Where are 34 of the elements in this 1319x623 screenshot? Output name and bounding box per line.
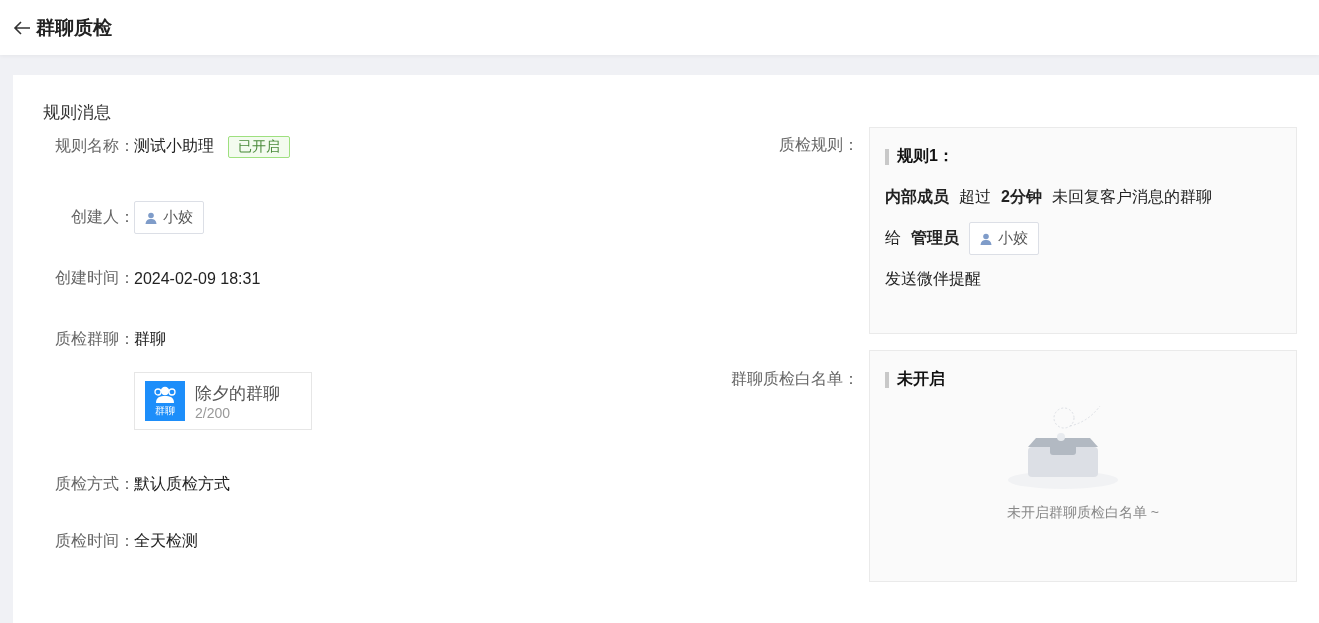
field-label: 群聊质检白名单：	[730, 369, 859, 389]
people-icon	[153, 386, 177, 404]
rule-text: 超过	[959, 187, 991, 207]
group-name: 除夕的群聊	[195, 382, 280, 405]
field-label: 质检规则：	[778, 135, 859, 155]
rule-text: 2分钟	[1001, 187, 1042, 207]
field-value: 2024-02-09 18:31	[134, 269, 261, 288]
field-value: 测试小助理	[134, 136, 214, 156]
field-label: 规则名称：	[54, 136, 135, 156]
field-value: 全天检测	[134, 530, 198, 551]
rule-text: 未回复客户消息的群聊	[1051, 187, 1212, 207]
member-count: 2/200	[195, 404, 232, 421]
rule-text: 给	[885, 228, 901, 248]
field-value: 默认质检方式	[134, 474, 230, 494]
field-label: 质检方式：	[54, 474, 135, 494]
status-tag: 已开启	[228, 135, 290, 158]
page-title: 群聊质检	[36, 15, 112, 40]
rule-text: 内部成员	[885, 187, 949, 207]
empty-message: 未开启群聊质检白名单 ~	[1006, 504, 1160, 522]
field-label: 质检时间：	[54, 530, 135, 551]
rule-title: 规则1：	[897, 146, 954, 166]
person-icon	[980, 232, 992, 245]
rule-text: 发送微伴提醒	[885, 269, 981, 289]
person-name: 小姣	[163, 208, 193, 227]
person-icon	[145, 211, 157, 224]
rule-text: 管理员	[911, 228, 959, 248]
field-label: 质检群聊：	[54, 329, 135, 349]
section-title: 规则消息	[43, 102, 112, 124]
person-name: 小姣	[998, 229, 1028, 248]
field-label: 创建人：	[70, 207, 135, 227]
avatar-label: 群聊	[155, 406, 175, 416]
field-value: 群聊	[134, 329, 166, 349]
whitelist-status: 未开启	[897, 369, 945, 389]
field-label: 创建时间：	[54, 268, 135, 288]
